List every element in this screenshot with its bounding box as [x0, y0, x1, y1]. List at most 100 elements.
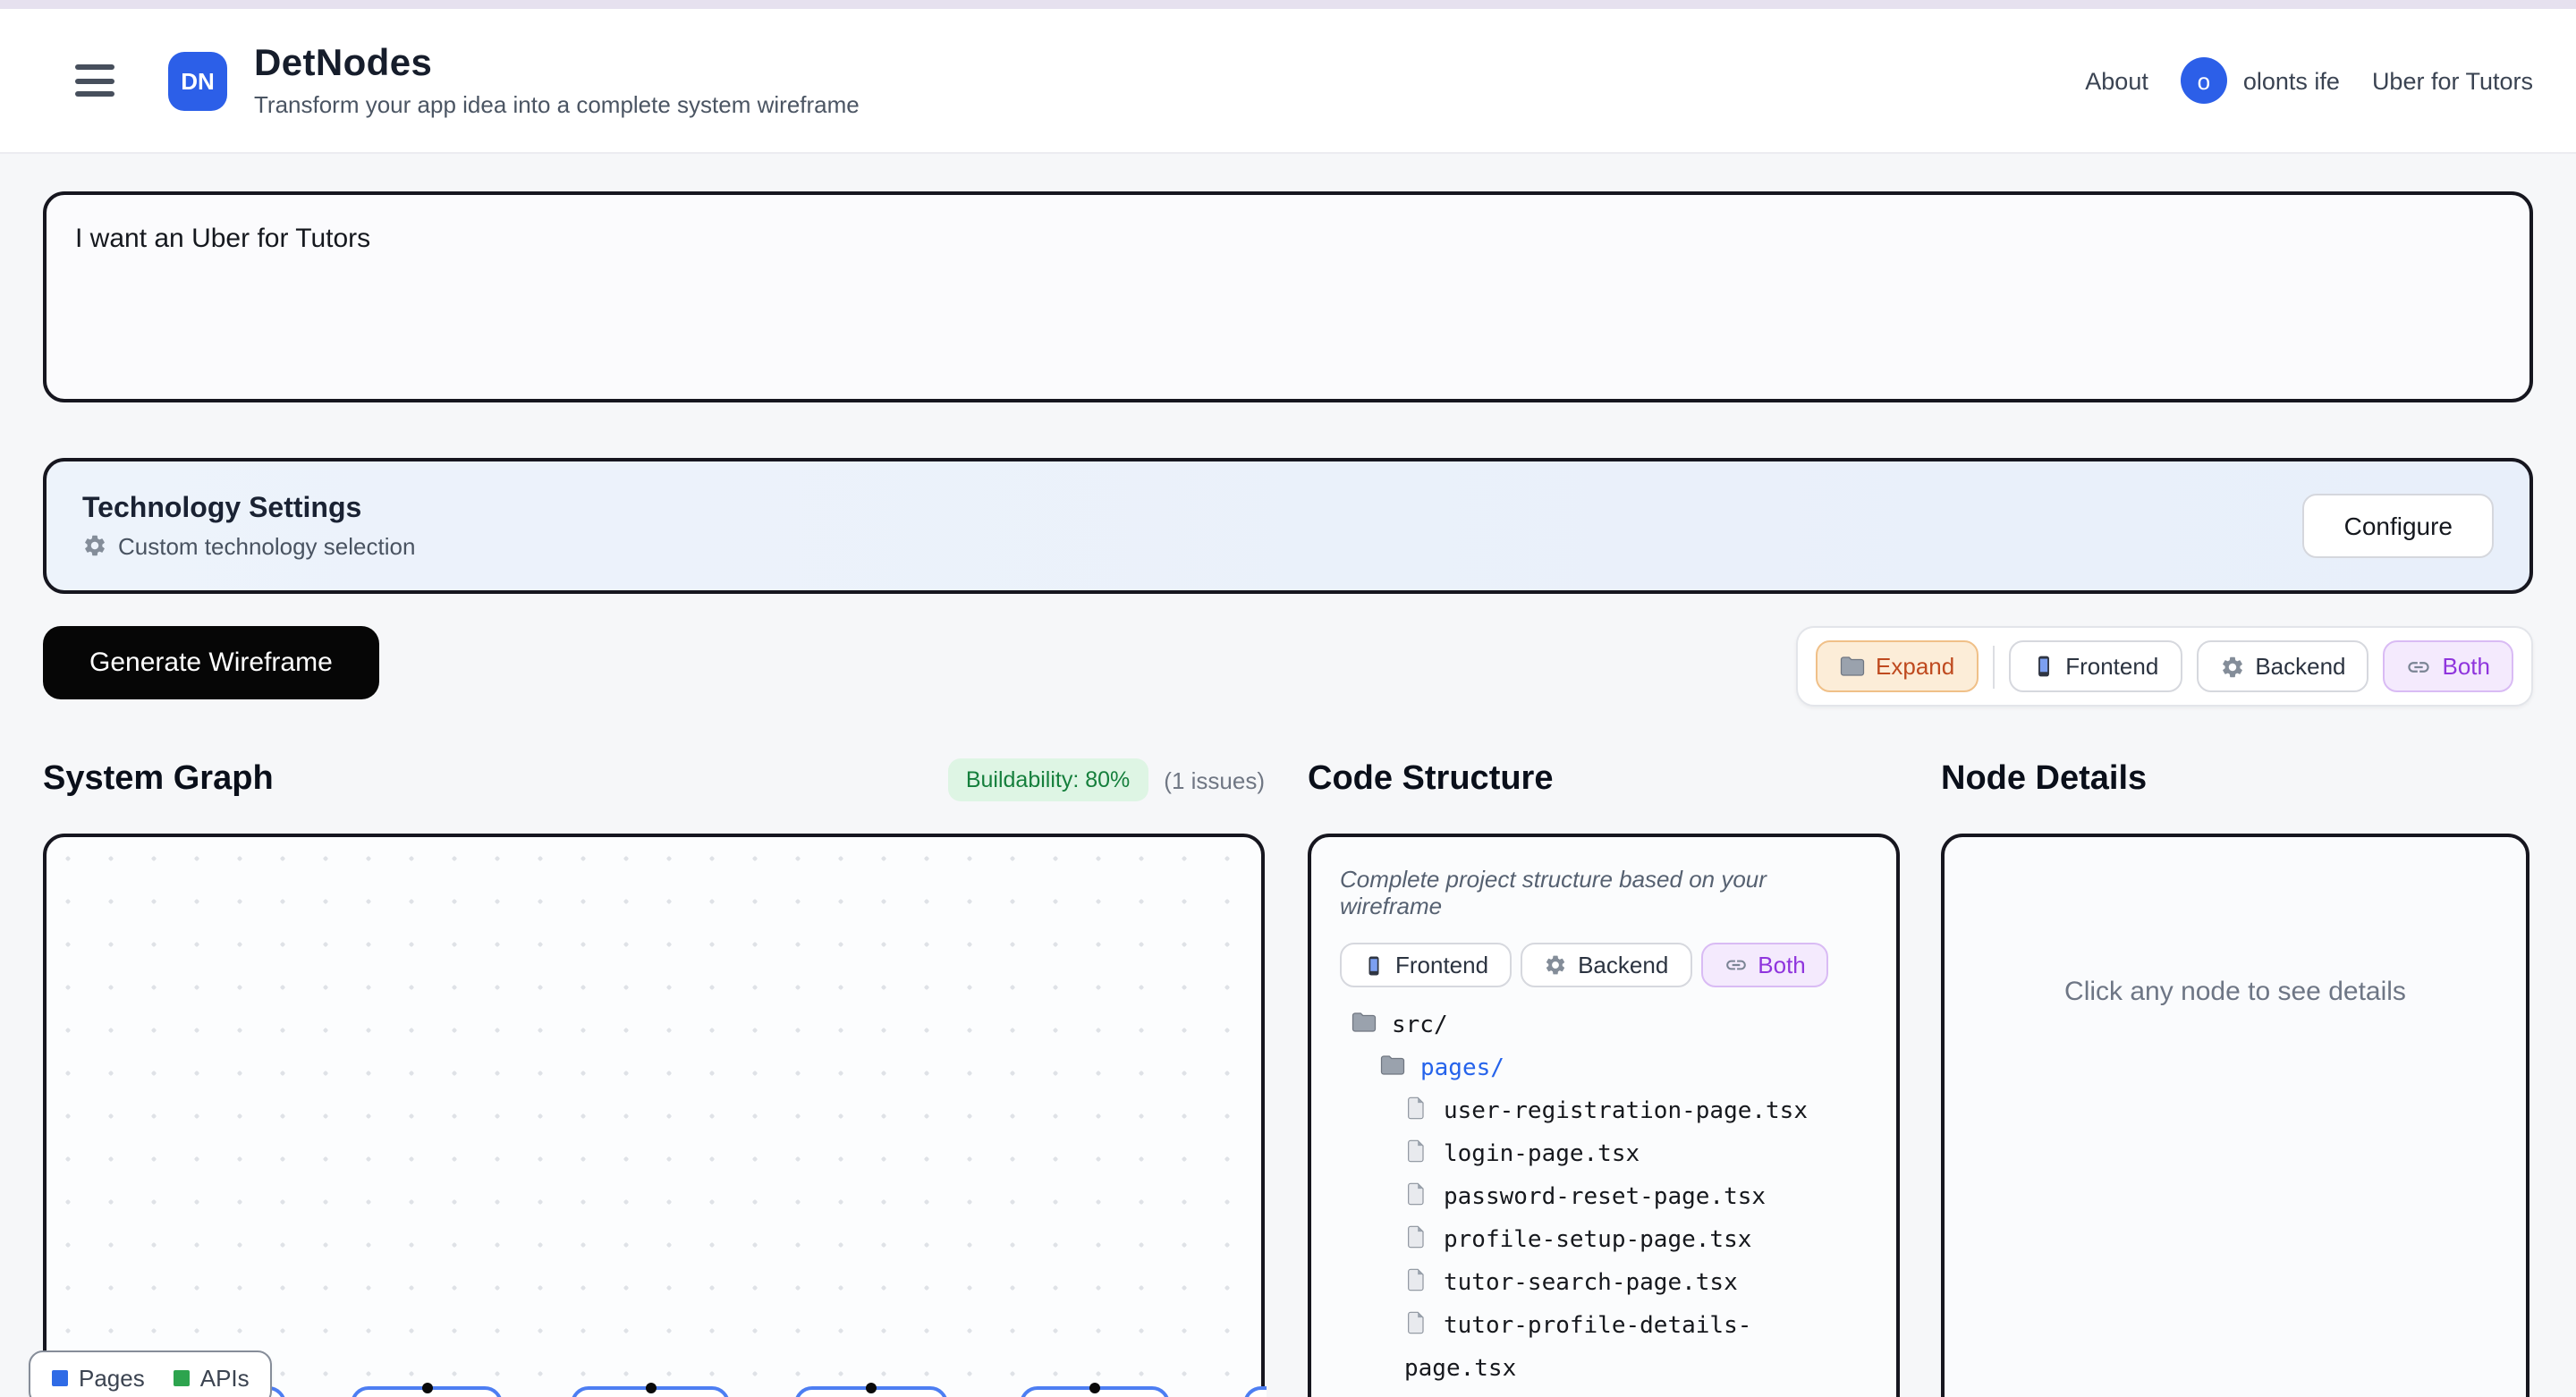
link-icon: [2407, 654, 2432, 679]
tree-file[interactable]: profile-setup-page.tsx: [1404, 1220, 1834, 1263]
app-root: DN DetNodes Transform your app idea into…: [0, 0, 2576, 1397]
tree-file-label: password-reset-page.tsx: [1444, 1184, 1766, 1211]
buildability-badge: Buildability: 80%: [948, 758, 1148, 801]
graph-node-login-page[interactable]: Login Page: [351, 1386, 503, 1397]
actions-row: Generate Wireframe Expand Frontend Backe…: [43, 626, 2533, 707]
file-tree: src/ pages/ user-registration-page.tsx l…: [1340, 1005, 1868, 1397]
phone-icon: [1363, 952, 1385, 978]
tree-file[interactable]: tutor-search-page.tsx: [1404, 1263, 1834, 1306]
frontend-button[interactable]: Frontend: [2008, 640, 2182, 692]
file-icon: [1404, 1138, 1429, 1164]
gear-icon: [2219, 654, 2244, 679]
node-details-heading-col: Node Details: [1941, 760, 2529, 800]
tab-frontend-label: Frontend: [1395, 952, 1488, 978]
tree-folder-src[interactable]: src/: [1340, 1005, 1868, 1048]
tree-file[interactable]: tutor-profile-details-page.tsx: [1404, 1306, 1834, 1392]
both-label: Both: [2443, 653, 2491, 680]
phone-icon: [2031, 653, 2055, 680]
tab-backend[interactable]: Backend: [1521, 943, 1691, 987]
tab-both-label: Both: [1758, 952, 1806, 978]
backend-label: Backend: [2255, 653, 2345, 680]
configure-button[interactable]: Configure: [2303, 494, 2494, 558]
code-structure-panel: Complete project structure based on your…: [1308, 834, 1900, 1397]
system-graph-heading: System Graph: [43, 760, 274, 800]
gear-icon: [1544, 953, 1567, 977]
buildability-wrap: Buildability: 80% (1 issues): [948, 758, 1265, 801]
file-icon: [1404, 1223, 1429, 1250]
node-handle: [421, 1383, 432, 1393]
tree-file-label: user-registration-page.tsx: [1444, 1098, 1808, 1125]
folder-icon: [1379, 1052, 1406, 1079]
legend-pages-label: Pages: [79, 1365, 145, 1392]
nav-about-link[interactable]: About: [2085, 67, 2148, 94]
gear-icon: [82, 533, 107, 558]
user-name: olonts ife: [2243, 67, 2340, 94]
generate-wireframe-button[interactable]: Generate Wireframe: [43, 626, 379, 699]
code-structure-heading: Code Structure: [1308, 760, 1554, 798]
code-structure-note: Complete project structure based on your…: [1340, 866, 1868, 919]
node-handle: [866, 1383, 877, 1393]
graph-node-profile-setup-page[interactable]: Profile Setup Page: [794, 1386, 948, 1397]
backend-button[interactable]: Backend: [2196, 640, 2368, 692]
top-accent-strip: [0, 0, 2576, 9]
page-subtitle: Transform your app idea into a complete …: [254, 91, 860, 118]
folder-icon: [1351, 1009, 1377, 1036]
both-button[interactable]: Both: [2384, 640, 2514, 692]
idea-input[interactable]: I want an Uber for Tutors: [43, 191, 2533, 402]
tree-file[interactable]: password-reset-page.tsx: [1404, 1177, 1834, 1220]
page-title: DetNodes: [254, 43, 860, 86]
title-block: DetNodes Transform your app idea into a …: [254, 43, 860, 118]
expand-button[interactable]: Expand: [1815, 640, 1978, 692]
tree-file-label: profile-setup-page.tsx: [1444, 1227, 1751, 1254]
code-structure-tabs: Frontend Backend Both: [1340, 943, 1868, 987]
file-icon: [1404, 1095, 1429, 1122]
pages-swatch: [52, 1370, 68, 1386]
apis-swatch: [174, 1370, 190, 1386]
system-graph-heading-row: System Graph Buildability: 80% (1 issues…: [43, 758, 1265, 801]
link-icon: [1724, 953, 1747, 977]
legend-apis: APIs: [174, 1365, 250, 1392]
user-chip[interactable]: o olonts ife: [2181, 57, 2340, 104]
technology-settings-subtitle-row: Custom technology selection: [82, 532, 415, 559]
graph-node-tutor-search-page[interactable]: Tutor Search Page: [1020, 1386, 1170, 1397]
folder-icon: [1838, 653, 1865, 680]
system-graph-canvas[interactable]: Pages APIs User Registration Page Login …: [43, 834, 1265, 1397]
graph-node-tutor-profile-details-page[interactable]: Tutor Profile: [1243, 1386, 1267, 1397]
tree-file-label: tutor-search-page.tsx: [1444, 1270, 1738, 1297]
tree-file-label: tutor-profile-details-page.tsx: [1404, 1313, 1751, 1383]
tree-file[interactable]: session-booking-page.tsx: [1404, 1392, 1834, 1397]
tree-file-label: login-page.tsx: [1444, 1141, 1640, 1168]
node-details-placeholder: Click any node to see details: [1945, 837, 2526, 1007]
graph-node-password-reset-page[interactable]: Password Reset Page: [571, 1386, 730, 1397]
tab-backend-label: Backend: [1578, 952, 1668, 978]
tree-folder-pages[interactable]: pages/: [1340, 1048, 1868, 1091]
graph-legend: Pages APIs: [29, 1350, 273, 1397]
header: DN DetNodes Transform your app idea into…: [0, 9, 2576, 154]
technology-settings-subtitle: Custom technology selection: [118, 532, 415, 559]
tab-frontend[interactable]: Frontend: [1340, 943, 1512, 987]
header-nav: About o olonts ife Uber for Tutors: [2085, 57, 2533, 104]
view-toolbar: Expand Frontend Backend Both: [1795, 626, 2533, 707]
node-handle: [1089, 1383, 1100, 1393]
tree-file[interactable]: user-registration-page.tsx: [1404, 1091, 1834, 1134]
legend-pages: Pages: [52, 1365, 145, 1392]
avatar[interactable]: o: [2181, 57, 2227, 104]
main-content: I want an Uber for Tutors Technology Set…: [0, 154, 2576, 1397]
tree-file[interactable]: login-page.tsx: [1404, 1134, 1834, 1177]
project-name: Uber for Tutors: [2372, 67, 2533, 94]
file-icon: [1404, 1181, 1429, 1207]
legend-apis-label: APIs: [200, 1365, 250, 1392]
section-headings-row: System Graph Buildability: 80% (1 issues…: [43, 758, 2533, 801]
app-logo: DN: [168, 51, 227, 110]
file-icon: [1404, 1309, 1429, 1336]
file-icon: [1404, 1266, 1429, 1293]
panels-row: Pages APIs User Registration Page Login …: [43, 834, 2533, 1397]
frontend-label: Frontend: [2065, 653, 2158, 680]
tree-folder-label: src/: [1392, 1012, 1448, 1039]
menu-icon[interactable]: [68, 57, 122, 104]
tab-both[interactable]: Both: [1700, 943, 1829, 987]
issues-count: (1 issues): [1164, 766, 1265, 793]
technology-settings-texts: Technology Settings Custom technology se…: [82, 493, 415, 559]
code-structure-heading-col: Code Structure: [1308, 760, 1900, 800]
technology-settings-title: Technology Settings: [82, 493, 415, 525]
